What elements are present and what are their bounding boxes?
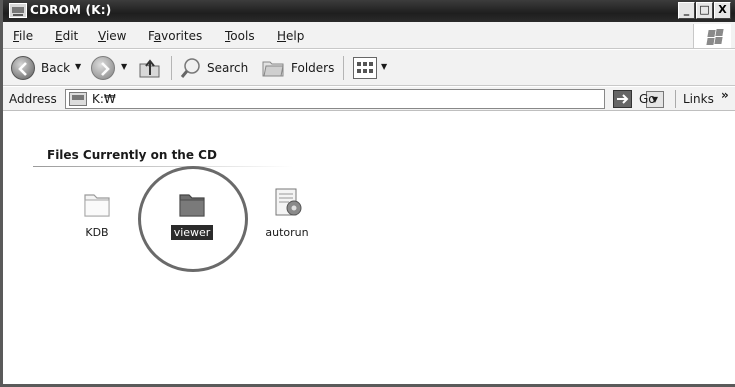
menu-view[interactable]: View (98, 29, 126, 43)
forward-arrow-icon (101, 62, 110, 76)
file-item-autorun[interactable]: autorun (247, 184, 327, 240)
title-bar[interactable]: CDROM (K:) _ □ X (3, 0, 735, 22)
go-arrow-icon[interactable] (613, 90, 632, 108)
forward-dropdown-arrow-icon[interactable]: ▼ (121, 62, 127, 71)
menu-edit[interactable]: Edit (55, 29, 78, 43)
menu-help-label: Help (277, 29, 305, 43)
toolbar: Back ▼ ▼ Search Folders ▼ (3, 50, 735, 86)
file-list-area[interactable] (3, 140, 735, 384)
maximize-button[interactable]: □ (696, 2, 713, 19)
highlight-circle (138, 166, 248, 272)
back-arrow-icon (18, 62, 27, 76)
back-button[interactable] (11, 56, 35, 80)
address-value[interactable]: K:₩ (92, 92, 116, 106)
minimize-button[interactable]: _ (678, 2, 695, 19)
file-name: autorun (265, 226, 309, 239)
menu-view-label: View (98, 29, 127, 43)
views-dropdown-arrow-icon[interactable]: ▼ (381, 62, 387, 71)
menu-bar: File Edit View Favorites Tools Help (3, 22, 735, 49)
menu-help[interactable]: Help (277, 29, 304, 43)
menu-tools[interactable]: Tools (225, 29, 255, 43)
cdrom-drive-icon (69, 92, 87, 106)
links-chevron-icon[interactable]: » (721, 88, 729, 102)
toolbar-separator (171, 56, 172, 80)
windows-logo-icon (693, 24, 731, 48)
cdrom-drive-icon (9, 3, 27, 18)
toolbar-separator (343, 56, 344, 80)
search-icon[interactable] (179, 56, 203, 80)
file-name: KDB (85, 226, 109, 239)
back-dropdown-arrow-icon[interactable]: ▼ (75, 62, 81, 71)
views-icon[interactable] (353, 57, 377, 79)
up-folder-icon (139, 59, 160, 78)
folder-icon (84, 194, 110, 217)
window-title: CDROM (K:) (30, 3, 112, 17)
menu-favorites[interactable]: Favorites (148, 29, 202, 43)
explorer-window: CDROM (K:) _ □ X File Edit View Favorite… (0, 0, 735, 387)
file-item-kdb[interactable]: KDB (57, 186, 137, 240)
autorun-file-icon (275, 188, 302, 216)
back-label[interactable]: Back (41, 61, 70, 75)
menu-file[interactable]: File (13, 29, 33, 43)
folders-button[interactable]: Folders (291, 61, 334, 75)
address-bar: Address K:₩ ▼ Go Links » (3, 87, 735, 111)
menu-file-label: File (13, 29, 34, 43)
go-button[interactable]: Go (639, 92, 656, 106)
menu-favorites-label: Favorites (148, 29, 203, 43)
links-button[interactable]: Links (683, 92, 714, 106)
address-input[interactable]: K:₩ ▼ (65, 89, 664, 109)
links-separator (675, 90, 676, 108)
menu-edit-label: Edit (55, 29, 79, 43)
folders-icon[interactable] (261, 57, 285, 79)
menu-tools-label: Tools (225, 29, 255, 43)
search-button[interactable]: Search (207, 61, 248, 75)
close-button[interactable]: X (714, 2, 731, 19)
group-header-divider (33, 166, 293, 167)
group-header: Files Currently on the CD (47, 148, 217, 162)
forward-button[interactable] (91, 56, 115, 80)
up-folder-button[interactable] (137, 56, 163, 80)
address-label: Address (9, 92, 57, 106)
